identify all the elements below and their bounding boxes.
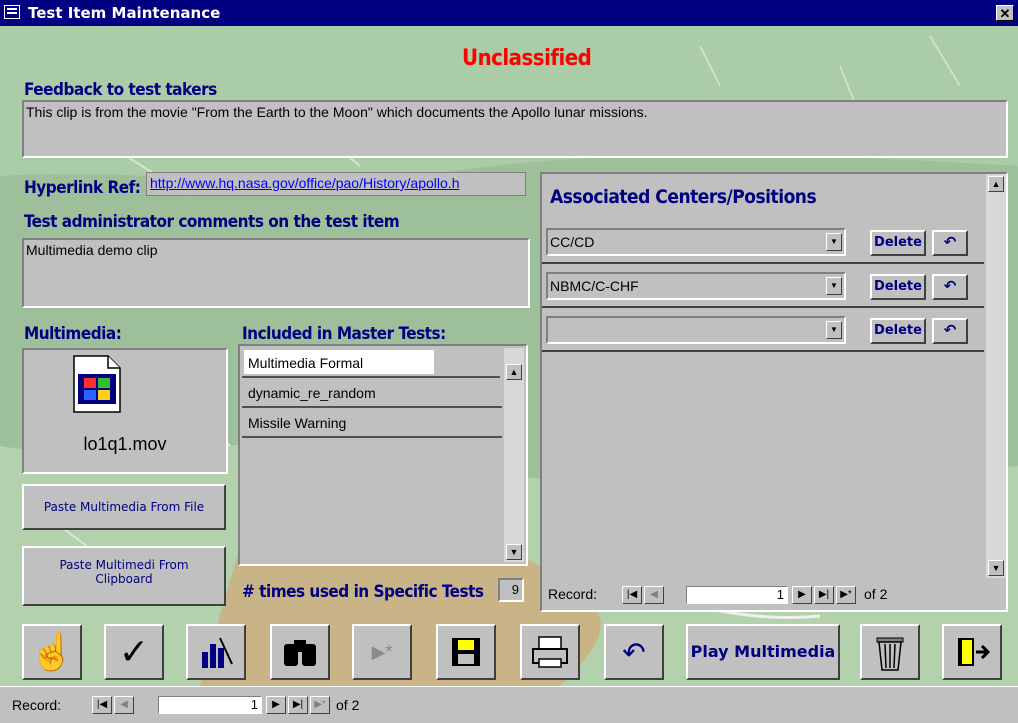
print-button[interactable] (520, 624, 580, 680)
exit-button[interactable] (942, 624, 1002, 680)
check-button[interactable]: ✓ (104, 624, 164, 680)
checkmark-icon: ✓ (118, 631, 150, 672)
feedback-label: Feedback to test takers (24, 80, 217, 100)
record-of-total: of 2 (336, 697, 360, 713)
list-item[interactable]: Missile Warning (242, 410, 502, 438)
subform-record-label: Record: (548, 586, 598, 602)
row-divider (542, 350, 984, 352)
scroll-down-button[interactable]: ▼ (988, 560, 1004, 576)
new-record-toolbar-button[interactable]: ▶* (352, 624, 412, 680)
specific-tests-label: # times used in Specific Tests (242, 582, 484, 602)
first-record-button[interactable]: |◀ (92, 696, 112, 714)
paste-clipboard-line2: Clipboard (95, 572, 153, 586)
form-icon (4, 5, 20, 19)
combo-value: NBMC/C-CHF (550, 278, 639, 294)
list-item[interactable]: Multimedia Formal (242, 350, 500, 378)
form-body: Unclassified Feedback to test takers Thi… (0, 26, 1018, 686)
save-disk-icon (452, 638, 480, 666)
associated-subform: Associated Centers/Positions CC/CD ▼ Del… (540, 172, 1008, 612)
multimedia-object-frame[interactable]: lo1q1.mov (22, 348, 228, 474)
new-record-button[interactable]: ▶* (310, 696, 330, 714)
master-tests-list[interactable]: Multimedia Formal dynamic_re_random Miss… (238, 344, 528, 566)
dropdown-arrow-icon[interactable]: ▼ (826, 233, 842, 251)
exit-door-icon (958, 638, 990, 666)
scroll-up-button[interactable]: ▲ (506, 364, 522, 380)
admin-comments-field[interactable]: Multimedia demo clip (22, 238, 530, 308)
center-position-combo[interactable]: NBMC/C-CHF ▼ (546, 272, 846, 300)
row-divider (542, 306, 984, 308)
master-tests-label: Included in Master Tests: (242, 324, 446, 344)
undo-button[interactable]: ↶ (604, 624, 664, 680)
prev-record-button[interactable]: ◀ (114, 696, 134, 714)
hyperlink-field[interactable]: http://www.hq.nasa.gov/office/pao/Histor… (146, 172, 526, 196)
classification-label: Unclassified (462, 46, 592, 71)
first-record-button[interactable]: |◀ (622, 586, 642, 604)
paste-from-clipboard-button[interactable]: Paste Multimedi From Clipboard (22, 546, 226, 606)
new-record-icon: ▶* (371, 641, 393, 662)
new-record-button[interactable]: ▶* (836, 586, 856, 604)
binoculars-icon (284, 640, 316, 666)
delete-button[interactable]: Delete (870, 318, 926, 344)
list-item-label: Multimedia Formal (248, 355, 364, 371)
chart-icon (202, 637, 233, 668)
paste-from-file-button[interactable]: Paste Multimedia From File (22, 484, 226, 530)
movie-file-icon (73, 355, 121, 413)
subform-record-number[interactable]: 1 (686, 586, 788, 604)
feedback-field[interactable]: This clip is from the movie "From the Ea… (22, 100, 1008, 158)
combo-value: CC/CD (550, 234, 595, 250)
last-record-button[interactable]: ▶| (288, 696, 308, 714)
multimedia-label: Multimedia: (24, 324, 122, 344)
scroll-down-button[interactable]: ▼ (506, 544, 522, 560)
title-bar: Test Item Maintenance ✕ (0, 0, 1018, 26)
next-record-button[interactable]: ▶ (266, 696, 286, 714)
master-tests-scrollbar[interactable]: ▲ ▼ (504, 348, 524, 562)
center-position-combo[interactable]: ▼ (546, 316, 846, 344)
window-title: Test Item Maintenance (28, 4, 221, 22)
dropdown-arrow-icon[interactable]: ▼ (826, 277, 842, 295)
delete-button[interactable]: Delete (870, 230, 926, 256)
chart-button[interactable] (186, 624, 246, 680)
printer-icon (532, 636, 568, 668)
admin-comments-label: Test administrator comments on the test … (24, 212, 400, 232)
undo-row-button[interactable]: ↶ (932, 230, 968, 256)
undo-row-button[interactable]: ↶ (932, 274, 968, 300)
multimedia-filename: lo1q1.mov (83, 434, 167, 454)
pointing-hand-button[interactable]: ☝ (22, 624, 82, 680)
list-item[interactable]: dynamic_re_random (242, 380, 502, 408)
associated-title: Associated Centers/Positions (550, 186, 817, 208)
undo-icon: ↶ (622, 636, 646, 668)
record-navigation-bar: Record: |◀ ◀ 1 ▶ ▶| ▶* of 2 (0, 686, 1018, 723)
undo-row-button[interactable]: ↶ (932, 318, 968, 344)
specific-tests-count: 9 (498, 578, 524, 602)
hyperlink-label: Hyperlink Ref: (24, 178, 141, 198)
row-divider (542, 262, 984, 264)
record-label: Record: (12, 697, 62, 713)
pointing-hand-icon: ☝ (29, 631, 75, 672)
play-multimedia-button[interactable]: Play Multimedia (686, 624, 840, 680)
last-record-button[interactable]: ▶| (814, 586, 834, 604)
associated-scrollbar[interactable]: ▲ ▼ (986, 174, 1006, 578)
close-button[interactable]: ✕ (996, 5, 1014, 21)
prev-record-button[interactable]: ◀ (644, 586, 664, 604)
center-position-combo[interactable]: CC/CD ▼ (546, 228, 846, 256)
find-button[interactable] (270, 624, 330, 680)
dropdown-arrow-icon[interactable]: ▼ (826, 321, 842, 339)
subform-record-of: of 2 (864, 586, 888, 602)
record-number-input[interactable]: 1 (158, 696, 262, 714)
delete-record-button[interactable] (860, 624, 920, 680)
scroll-up-button[interactable]: ▲ (988, 176, 1004, 192)
delete-button[interactable]: Delete (870, 274, 926, 300)
access-form-window: Test Item Maintenance ✕ Unclassified Fee… (0, 0, 1018, 723)
next-record-button[interactable]: ▶ (792, 586, 812, 604)
save-button[interactable] (436, 624, 496, 680)
paste-clipboard-line1: Paste Multimedi From (59, 558, 189, 572)
trash-can-icon (876, 637, 904, 671)
